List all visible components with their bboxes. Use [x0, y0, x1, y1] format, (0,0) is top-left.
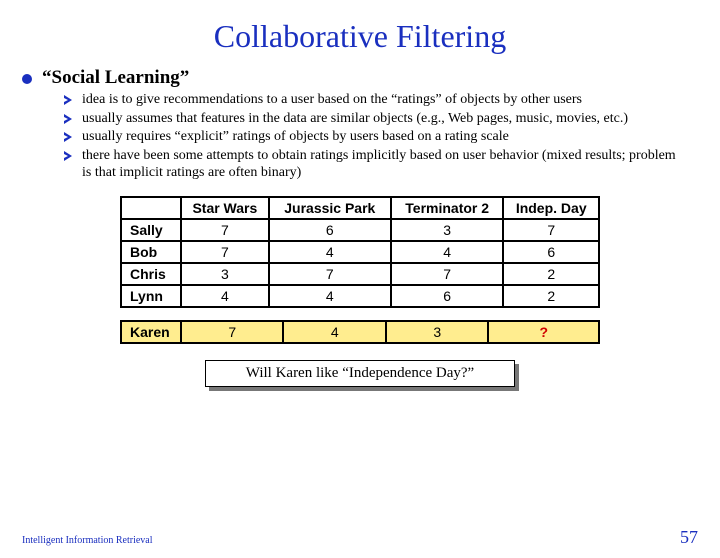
- cell: 4: [269, 285, 391, 307]
- col-header: Indep. Day: [503, 197, 599, 219]
- list-item: usually requires “explicit” ratings of o…: [64, 128, 683, 146]
- cell: 7: [181, 219, 269, 241]
- cell: 6: [269, 219, 391, 241]
- slide-number: 57: [680, 527, 698, 548]
- row-name: Karen: [121, 321, 181, 343]
- list-item: usually assumes that features in the dat…: [64, 110, 683, 128]
- bullet-icon: [22, 74, 32, 84]
- table-row: Karen 7 4 3 ?: [121, 321, 599, 343]
- cell: 3: [391, 219, 504, 241]
- heading-text: “Social Learning”: [42, 67, 189, 89]
- table-header-row: Star Wars Jurassic Park Terminator 2 Ind…: [121, 197, 599, 219]
- content-area: “Social Learning” idea is to give recomm…: [0, 67, 720, 387]
- cell: 4: [283, 321, 385, 343]
- cell: 2: [503, 263, 599, 285]
- row-name: Lynn: [121, 285, 181, 307]
- row-name: Chris: [121, 263, 181, 285]
- cell: 6: [391, 285, 504, 307]
- table-row: Bob 7 4 4 6: [121, 241, 599, 263]
- cell: 7: [181, 321, 283, 343]
- chevron-icon: [64, 132, 74, 142]
- caption-box: Will Karen like “Independence Day?”: [205, 360, 515, 387]
- cell: 4: [391, 241, 504, 263]
- cell: 4: [181, 285, 269, 307]
- chevron-icon: [64, 151, 74, 161]
- cell: 6: [503, 241, 599, 263]
- chevron-icon: [64, 114, 74, 124]
- page-title: Collaborative Filtering: [0, 18, 720, 55]
- sub-bullet-list: idea is to give recommendations to a use…: [64, 91, 683, 182]
- caption-text: Will Karen like “Independence Day?”: [205, 360, 515, 387]
- list-item: there have been some attempts to obtain …: [64, 147, 683, 182]
- table-row: Sally 7 6 3 7: [121, 219, 599, 241]
- list-item-text: idea is to give recommendations to a use…: [82, 91, 582, 109]
- table-row: Chris 3 7 7 2: [121, 263, 599, 285]
- corner-cell: [121, 197, 181, 219]
- cell: 3: [181, 263, 269, 285]
- unknown-cell: ?: [488, 321, 599, 343]
- list-item-text: usually requires “explicit” ratings of o…: [82, 128, 509, 146]
- cell: 3: [386, 321, 488, 343]
- cell: 2: [503, 285, 599, 307]
- row-name: Sally: [121, 219, 181, 241]
- list-item: idea is to give recommendations to a use…: [64, 91, 683, 109]
- cell: 7: [181, 241, 269, 263]
- ratings-tables: Star Wars Jurassic Park Terminator 2 Ind…: [120, 196, 600, 344]
- cell: 4: [269, 241, 391, 263]
- list-item-text: there have been some attempts to obtain …: [82, 147, 683, 182]
- row-name: Bob: [121, 241, 181, 263]
- col-header: Terminator 2: [391, 197, 504, 219]
- main-bullet: “Social Learning”: [22, 67, 698, 89]
- known-ratings-table: Star Wars Jurassic Park Terminator 2 Ind…: [120, 196, 600, 308]
- cell: 7: [503, 219, 599, 241]
- col-header: Star Wars: [181, 197, 269, 219]
- cell: 7: [269, 263, 391, 285]
- chevron-icon: [64, 95, 74, 105]
- table-row: Lynn 4 4 6 2: [121, 285, 599, 307]
- list-item-text: usually assumes that features in the dat…: [82, 110, 628, 128]
- footer-left: Intelligent Information Retrieval: [22, 535, 153, 546]
- query-ratings-table: Karen 7 4 3 ?: [120, 320, 600, 344]
- col-header: Jurassic Park: [269, 197, 391, 219]
- cell: 7: [391, 263, 504, 285]
